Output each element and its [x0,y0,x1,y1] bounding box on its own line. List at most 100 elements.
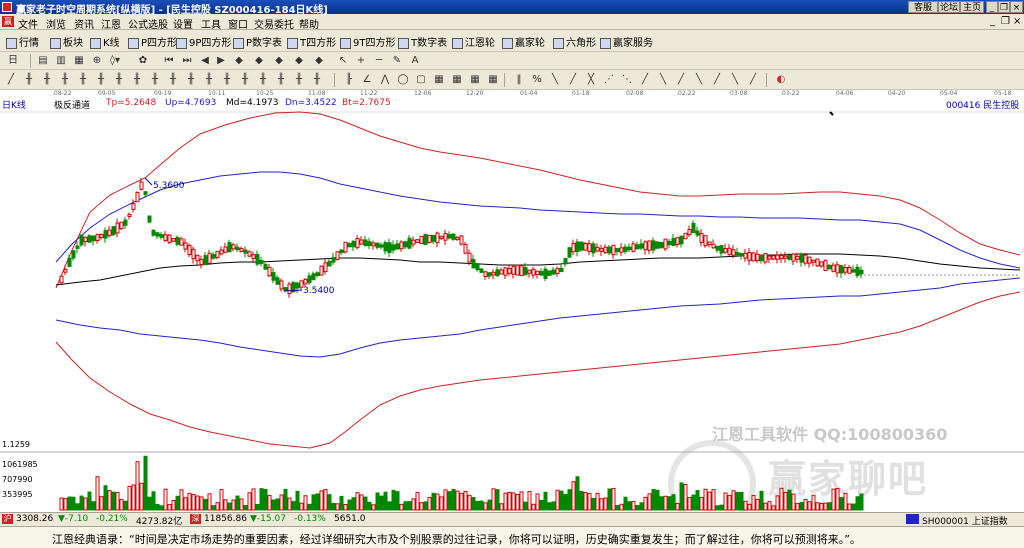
candle-body [747,251,752,261]
volume-bar [159,505,164,511]
volume-bar [491,488,496,511]
candle-body [227,242,232,253]
candle-body [847,267,852,274]
candle-body [471,259,476,269]
candle-body [791,253,796,262]
volume-bar [259,488,264,511]
candle-body [827,264,832,270]
volume-bar [347,499,352,511]
candle-body [511,266,516,275]
candle-body [159,234,164,238]
volume-bar [755,498,760,511]
kline-chart[interactable]: 5.3600 3.5400 [0,0,1024,512]
volume-bar [599,498,604,511]
volume-bar [819,502,824,511]
volume-bar [791,493,796,511]
candle-body [355,238,360,249]
candle-body [611,244,616,256]
volume-bar [79,495,84,511]
candle-body [663,238,668,250]
candle-body [615,248,620,252]
candle-body [215,250,220,258]
candle-body [743,252,748,259]
candle-body [91,235,96,242]
volume-bar [439,496,444,511]
volume-bar [719,504,724,511]
volume-bar [563,493,568,511]
volume-bar [739,491,744,511]
candle-body [835,264,840,274]
candle-body [779,255,784,259]
sz-amount: 5651.0 [334,514,366,524]
volume-bar [151,491,156,511]
volume-bar [587,493,592,511]
candle-body [343,241,348,253]
candle-body [739,253,744,257]
candle-body [327,260,332,267]
candle-body [427,234,432,243]
candle-body [235,246,240,251]
volume-bar [251,488,256,511]
candle-body [659,242,664,248]
candle-body [279,280,284,290]
candle-body [547,270,552,276]
volume-bar [195,495,200,511]
candle-body [711,243,716,249]
volume-bar [503,492,508,511]
volume-bar [391,489,396,511]
volume-series [59,455,864,511]
candle-body [571,243,576,253]
candle-body [119,221,124,230]
candle-body [211,254,216,259]
volume-bar [427,496,432,511]
volume-bar [667,496,672,511]
volume-bar [327,494,332,511]
volume-bar [199,496,204,511]
low-annotation: 3.5400 [303,286,335,296]
volume-bar [795,503,800,511]
candle-body [583,243,588,251]
candle-body [527,269,532,274]
candle-body [127,213,132,217]
volume-bar [267,494,272,511]
candle-body [631,243,636,252]
volume-bar [647,493,652,511]
volume-bar [479,500,484,511]
volume-bar [99,496,104,511]
volume-bar [163,488,168,511]
candle-body [803,254,808,264]
candle-body [579,241,584,251]
candle-body [639,243,644,249]
volume-bar [575,476,580,511]
candle-body [783,255,788,259]
candle-body [543,268,548,279]
volume-bar [447,491,452,511]
candle-body [435,232,440,244]
bt-line [55,291,1021,449]
volume-bar [407,501,412,511]
candle-body [103,230,108,239]
volume-bar [287,497,292,511]
candle-body [451,233,456,240]
candle-body [231,244,236,250]
volume-bar [703,488,708,511]
volume-bar [115,492,120,511]
index-selector-icon[interactable] [906,514,919,524]
volume-bar [355,492,360,511]
volume-bar [523,501,528,511]
volume-bar [403,501,408,511]
candle-body [71,250,76,259]
candle-body [467,252,472,263]
candle-body [859,269,864,275]
candle-body [275,277,280,285]
volume-bar [263,488,268,511]
volume-bar [451,488,456,511]
candle-body [351,240,356,248]
volume-bar [283,488,288,511]
candle-body [519,265,524,277]
volume-bar [783,491,788,511]
high-annotation: 5.3600 [153,181,185,191]
candle-body [175,237,180,245]
volume-bar [643,496,648,511]
candle-body [667,240,672,246]
